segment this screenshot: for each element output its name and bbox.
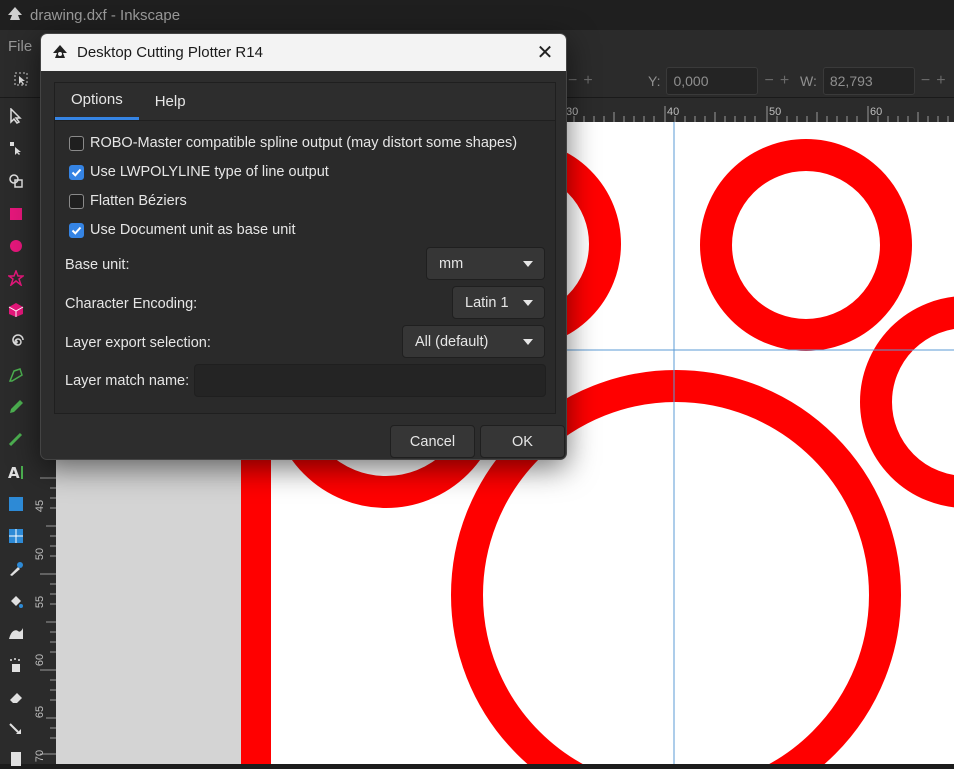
layer-export-value: All (default)	[415, 333, 489, 350]
dialog-titlebar: Desktop Cutting Plotter R14 ✕	[41, 34, 566, 71]
hruler-label: 30	[566, 106, 579, 118]
window-title: drawing.dxf - Inkscape	[30, 6, 181, 24]
page-icon[interactable]	[6, 749, 26, 769]
y-stepper[interactable]: − +	[764, 72, 789, 90]
mesh-icon[interactable]	[6, 526, 26, 546]
y-input[interactable]: 0,000	[666, 67, 759, 95]
eraser-icon[interactable]	[6, 687, 26, 707]
checkmark-icon	[71, 168, 82, 177]
selector-icon[interactable]	[6, 106, 26, 126]
w-label: W:	[800, 73, 817, 89]
option-lwpolyline[interactable]: Use LWPOLYLINE type of line output	[69, 164, 329, 180]
cancel-button[interactable]: Cancel	[390, 425, 475, 458]
paintbucket-icon[interactable]	[6, 591, 26, 611]
options-notebook: Options Help ROBO-Master compatible spli…	[54, 82, 556, 414]
flatten-beziers-checkbox[interactable]	[69, 193, 84, 209]
chevron-down-icon	[523, 339, 533, 345]
robo-master-checkbox[interactable]	[69, 135, 84, 151]
encoding-label: Character Encoding:	[65, 296, 198, 312]
document-unit-checkbox[interactable]	[69, 222, 84, 238]
menu-file[interactable]: File	[8, 38, 32, 55]
vruler-label: 55	[34, 595, 47, 609]
w-stepper[interactable]: − +	[921, 72, 946, 90]
connector-icon[interactable]	[6, 719, 26, 739]
option-flatten-beziers[interactable]: Flatten Béziers	[69, 193, 187, 209]
base-unit-dropdown[interactable]: mm	[426, 247, 545, 280]
encoding-value: Latin 1	[465, 294, 509, 311]
tab-options[interactable]: Options	[55, 82, 139, 120]
encoding-dropdown[interactable]: Latin 1	[452, 286, 545, 319]
y-field: Y: 0,000 − +	[648, 67, 789, 95]
x-stepper[interactable]: − +	[568, 72, 593, 90]
lwpolyline-checkbox[interactable]	[69, 164, 84, 180]
x-field-tail: − +	[568, 67, 593, 95]
red-ring-shape[interactable]	[700, 139, 912, 351]
layer-match-input[interactable]	[194, 364, 546, 397]
calligraphy-icon[interactable]	[6, 429, 26, 449]
vruler-label: 50	[34, 547, 47, 561]
toolbox: A	[0, 98, 32, 766]
layer-export-label: Layer export selection:	[65, 335, 211, 351]
pencil-icon[interactable]	[6, 397, 26, 417]
option-robo-master[interactable]: ROBO-Master compatible spline output (ma…	[69, 135, 517, 151]
w-field: W: 82,793 − +	[800, 67, 946, 95]
option-label: Flatten Béziers	[90, 193, 187, 209]
ok-button[interactable]: OK	[480, 425, 565, 458]
spray-icon[interactable]	[6, 655, 26, 675]
option-label: Use Document unit as base unit	[90, 222, 296, 238]
vruler-label: 65	[34, 705, 47, 719]
chevron-down-icon	[523, 261, 533, 267]
chevron-down-icon	[523, 300, 533, 306]
tab-help[interactable]: Help	[139, 82, 202, 120]
vruler-label: 70	[34, 749, 47, 763]
w-input[interactable]: 82,793	[822, 67, 915, 95]
base-unit-value: mm	[439, 255, 464, 272]
svg-text:A: A	[8, 464, 20, 480]
inkscape-logo-icon	[8, 7, 22, 20]
tab-bar: Options Help	[55, 83, 555, 121]
rect-icon[interactable]	[6, 204, 26, 224]
hruler-label: 60	[870, 106, 883, 118]
checkmark-icon	[71, 226, 82, 235]
tweak-wave-icon[interactable]	[6, 623, 26, 643]
circle-icon[interactable]	[6, 236, 26, 256]
text-icon[interactable]: A	[6, 462, 26, 482]
red-ring-shape[interactable]	[860, 296, 954, 508]
layer-match-label: Layer match name:	[65, 373, 190, 389]
option-label: Use LWPOLYLINE type of line output	[90, 164, 329, 180]
hruler-label: 40	[667, 106, 680, 118]
base-unit-label: Base unit:	[65, 257, 130, 273]
hruler-label: 50	[769, 106, 782, 118]
close-icon[interactable]: ✕	[534, 41, 556, 64]
node-icon[interactable]	[6, 138, 26, 158]
y-label: Y:	[648, 73, 661, 89]
star-icon[interactable]	[6, 268, 26, 288]
window-titlebar: drawing.dxf - Inkscape	[0, 0, 954, 30]
layer-export-dropdown[interactable]: All (default)	[402, 325, 545, 358]
tweak-icon[interactable]	[6, 171, 26, 191]
spiral-icon[interactable]	[6, 332, 26, 352]
dialog-title: Desktop Cutting Plotter R14	[77, 44, 263, 61]
box3d-icon[interactable]	[6, 300, 26, 320]
vruler-label: 60	[34, 653, 47, 667]
cutting-plotter-dialog: Desktop Cutting Plotter R14 ✕ Options He…	[40, 33, 567, 460]
option-document-unit[interactable]: Use Document unit as base unit	[69, 222, 296, 238]
select-all-icon[interactable]	[12, 70, 30, 88]
gradient-icon[interactable]	[6, 494, 26, 514]
option-label: ROBO-Master compatible spline output (ma…	[90, 135, 518, 151]
vruler-label: 45	[34, 499, 47, 513]
pen-icon[interactable]	[6, 365, 26, 385]
dropper-icon[interactable]	[6, 559, 26, 579]
inkscape-logo-icon	[53, 44, 67, 58]
